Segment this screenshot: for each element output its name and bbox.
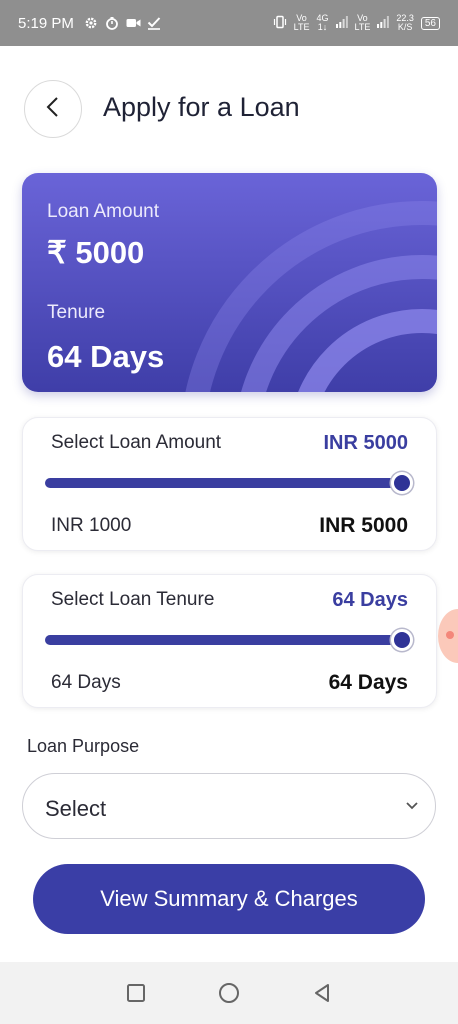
loan-tenure-slider-card: Select Loan Tenure 64 Days 64 Days 64 Da…	[22, 574, 437, 708]
volte-2-bottom: LTE	[354, 22, 371, 32]
loan-tenure-current: 64 Days	[332, 589, 408, 611]
system-nav-bar	[0, 962, 458, 1024]
status-time: 5:19 PM	[18, 14, 74, 32]
volte-indicator-1: Vo LTE	[294, 14, 310, 32]
check-icon	[147, 16, 162, 31]
floating-assist-bubble[interactable]	[438, 609, 458, 663]
battery-indicator: 56	[420, 16, 440, 30]
status-system-icons: Vo LTE 4G 1↓ Vo LTE 22.3 K/S 56	[273, 14, 440, 32]
volte-indicator-2: Vo LTE	[355, 14, 371, 32]
status-bar: 5:19 PM Vo LTE 4G 1↓ Vo LTE 22.3 K/S 56	[0, 0, 458, 46]
back-button[interactable]	[24, 80, 82, 138]
timer-icon	[105, 16, 120, 31]
data-speed: 22.3 K/S	[396, 14, 414, 32]
loan-amount-max: INR 5000	[319, 514, 408, 537]
tenure-label: Tenure	[47, 302, 106, 323]
signal-icon	[335, 16, 348, 30]
loan-tenure-slider-track[interactable]	[45, 635, 402, 645]
view-summary-button[interactable]: View Summary & Charges	[33, 864, 425, 934]
network-4g-indicator: 4G 1↓	[316, 14, 328, 32]
gear-icon	[84, 16, 99, 31]
loan-tenure-slider-title: Select Loan Tenure	[51, 589, 215, 610]
loan-amount-slider-card: Select Loan Amount INR 5000 INR 1000 INR…	[22, 417, 437, 551]
chevron-left-icon	[45, 96, 61, 123]
loan-amount-min: INR 1000	[51, 515, 132, 536]
loan-summary-card: Loan Amount ₹ 5000 Tenure 64 Days	[22, 173, 437, 392]
loan-amount-label: Loan Amount	[47, 201, 159, 222]
video-camera-icon	[126, 16, 141, 31]
loan-amount-value: ₹ 5000	[47, 235, 145, 270]
loan-amount-current: INR 5000	[323, 432, 409, 454]
home-icon[interactable]	[214, 978, 244, 1008]
status-notification-icons	[84, 16, 162, 31]
data-speed-unit: K/S	[397, 22, 413, 32]
recent-apps-icon[interactable]	[121, 978, 151, 1008]
vibrate-icon	[273, 15, 287, 31]
loan-purpose-select[interactable]: Select	[22, 773, 436, 839]
loan-purpose-selected: Select	[45, 796, 107, 821]
page-title: Apply for a Loan	[103, 92, 300, 122]
back-icon[interactable]	[307, 978, 337, 1008]
loan-tenure-max: 64 Days	[328, 671, 408, 694]
loan-purpose-label: Loan Purpose	[27, 736, 140, 756]
chevron-down-icon	[405, 798, 419, 816]
loan-amount-slider-track[interactable]	[45, 478, 402, 488]
loan-amount-slider-thumb[interactable]	[391, 472, 413, 494]
loan-tenure-min: 64 Days	[51, 672, 121, 693]
tenure-value: 64 Days	[47, 339, 165, 374]
header: Apply for a Loan	[0, 80, 458, 140]
volte-1-bottom: LTE	[293, 22, 310, 32]
loan-amount-slider-title: Select Loan Amount	[51, 432, 222, 453]
loan-tenure-slider-thumb[interactable]	[391, 629, 413, 651]
network-4g-bottom: 1↓	[317, 22, 328, 32]
signal-icon-2	[377, 16, 390, 30]
